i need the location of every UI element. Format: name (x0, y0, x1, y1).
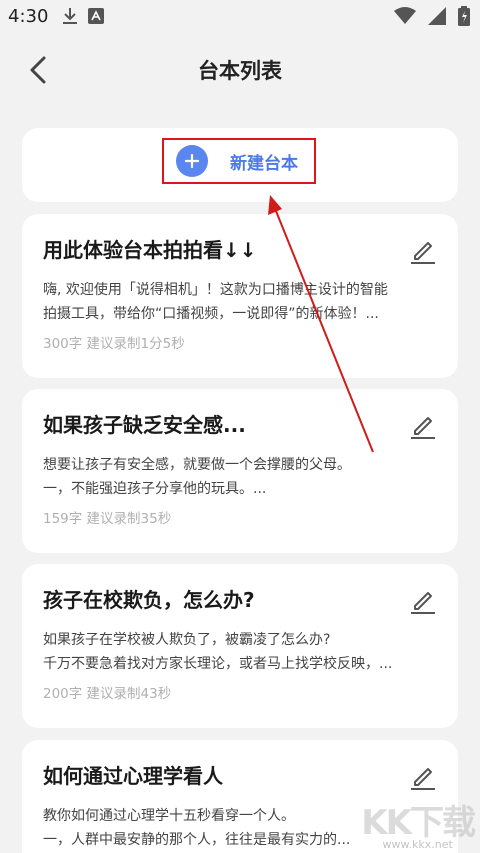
script-card[interactable]: 用此体验台本拍拍看↓↓ 嗨, 欢迎使用「说得相机」！这款为口播博主设计的智能 拍… (22, 214, 458, 378)
script-meta: 159字 建议录制35秒 (43, 511, 172, 527)
new-script-button[interactable]: 新建台本 (162, 138, 316, 184)
app-notification-icon (88, 8, 105, 24)
script-title: 如何通过心理学看人 (43, 764, 223, 788)
script-card[interactable]: 如果孩子缺乏安全感... 想要让孩子有安全感，就要做一个会撑腰的父母。 一，不能… (22, 389, 458, 553)
new-script-card: 新建台本 (22, 128, 458, 202)
status-bar: 4:30 (0, 0, 480, 32)
signal-icon (428, 7, 446, 25)
script-description: 如果孩子在学校被人欺负了，被霸凌了怎么办? 千万不要急着找对方家长理论，或者马上… (43, 632, 393, 672)
script-meta: 200字 建议录制43秒 (43, 686, 172, 702)
script-title: 如果孩子缺乏安全感... (43, 413, 246, 437)
watermark-text: KK下载 (361, 803, 476, 843)
plus-icon (176, 145, 208, 177)
script-meta: 300字 建议录制1分5秒 (43, 336, 185, 352)
script-title: 用此体验台本拍拍看↓↓ (43, 238, 257, 262)
back-button[interactable] (22, 54, 54, 86)
script-title: 孩子在校欺负，怎么办? (43, 588, 255, 612)
chevron-left-icon (30, 56, 46, 84)
script-description: 嗨, 欢迎使用「说得相机」！这款为口播博主设计的智能 拍摄工具，带给你“口播视频… (43, 282, 388, 322)
new-script-label: 新建台本 (230, 153, 298, 174)
edit-icon[interactable] (408, 586, 438, 616)
script-card[interactable]: 孩子在校欺负，怎么办? 如果孩子在学校被人欺负了，被霸凌了怎么办? 千万不要急着… (22, 564, 458, 728)
nav-bar: 台本列表 (0, 32, 480, 108)
edit-icon[interactable] (408, 236, 438, 266)
wifi-icon (394, 7, 416, 24)
status-time: 4:30 (8, 5, 49, 27)
script-description: 想要让孩子有安全感，就要做一个会撑腰的父母。 一，不能强迫孩子分享他的玩具。..… (43, 457, 351, 497)
edit-icon[interactable] (408, 411, 438, 441)
edit-icon[interactable] (408, 762, 438, 792)
download-icon (63, 8, 78, 24)
watermark: KK下载 www.kkx.net (361, 795, 476, 851)
battery-icon (458, 6, 470, 26)
page-title: 台本列表 (198, 59, 282, 83)
